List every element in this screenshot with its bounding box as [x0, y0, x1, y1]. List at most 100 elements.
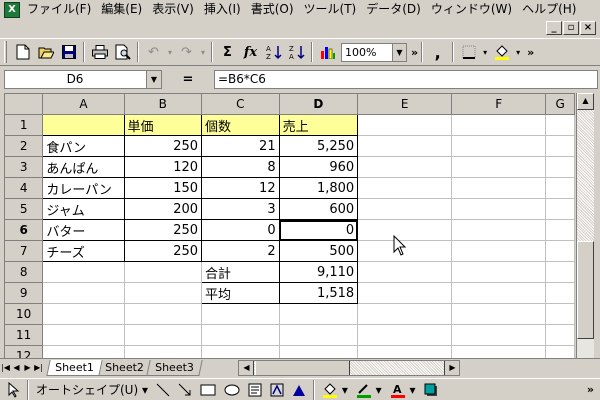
name-box[interactable]: D6 ▼ [4, 69, 162, 89]
row-header-8[interactable]: 8 [4, 261, 44, 283]
cell-a10[interactable] [42, 303, 125, 325]
function-icon[interactable]: fx [239, 41, 262, 63]
restore-icon[interactable]: ▫ [563, 21, 579, 35]
fill-color-icon[interactable] [490, 41, 513, 63]
equals-icon[interactable]: = [162, 72, 214, 87]
next-sheet-icon[interactable]: ▶ [22, 361, 33, 375]
fill-color-icon[interactable]: ▾ [318, 382, 352, 398]
cell-c2[interactable]: 21 [201, 135, 280, 157]
cell-c5[interactable]: 3 [201, 198, 280, 220]
undo-icon[interactable]: ↶ [142, 41, 165, 63]
cell-a12[interactable] [42, 345, 125, 358]
first-sheet-icon[interactable]: |◀ [0, 361, 11, 375]
cell-c6[interactable]: 0 [201, 219, 280, 241]
row-header-4[interactable]: 4 [4, 177, 44, 199]
cell-d6-active[interactable]: 0 [278, 219, 359, 241]
cell-b2[interactable]: 250 [123, 135, 203, 157]
cell-d7[interactable]: 500 [278, 240, 359, 262]
menu-data[interactable]: データ(D) [361, 0, 426, 19]
sort-descending-icon[interactable]: ZA [285, 41, 308, 63]
toolbar-overflow-icon[interactable]: » [587, 383, 594, 396]
clip-art-icon[interactable] [288, 383, 310, 397]
cell-d2[interactable]: 5,250 [278, 135, 359, 157]
cell-b6[interactable]: 250 [123, 219, 203, 241]
cell-c3[interactable]: 8 [201, 156, 280, 178]
column-header-e[interactable]: E [357, 93, 453, 115]
cell-a2[interactable]: 食パン [42, 135, 125, 157]
cell-b3[interactable]: 120 [123, 156, 203, 178]
excel-app-icon[interactable]: X [4, 1, 20, 18]
tab-sheet2[interactable]: Sheet2 [96, 359, 153, 376]
zoom-select[interactable]: 100% ▼ [341, 42, 407, 62]
cell-b1[interactable]: 単価 [123, 114, 203, 136]
cell-a11[interactable] [42, 324, 125, 346]
cell-g5[interactable] [545, 198, 575, 220]
font-color-icon[interactable]: A ▾ [386, 382, 420, 398]
autosum-icon[interactable]: Σ [216, 41, 239, 63]
menu-help[interactable]: ヘルプ(H) [517, 0, 581, 19]
cell-a6[interactable]: バター [42, 219, 125, 241]
tab-sheet1[interactable]: Sheet1 [46, 359, 103, 376]
menu-edit[interactable]: 編集(E) [96, 0, 147, 19]
cell-f12[interactable] [451, 345, 547, 358]
cell-c1[interactable]: 個数 [201, 114, 280, 136]
cell-g4[interactable] [545, 177, 575, 199]
menu-view[interactable]: 表示(V) [147, 0, 199, 19]
row-header-1[interactable]: 1 [4, 114, 44, 136]
cell-e2[interactable] [357, 135, 453, 157]
cell-c9[interactable]: 平均 [201, 282, 280, 304]
column-header-f[interactable]: F [451, 93, 547, 115]
borders-dropdown-icon[interactable]: ▾ [480, 41, 490, 63]
scroll-track[interactable] [577, 110, 594, 241]
cell-f3[interactable] [451, 156, 547, 178]
scroll-up-icon[interactable]: ▲ [577, 93, 594, 110]
oval-icon[interactable] [220, 384, 244, 396]
select-all-corner[interactable] [4, 93, 44, 115]
column-header-b[interactable]: B [123, 93, 203, 115]
cell-d12[interactable] [278, 345, 359, 358]
new-icon[interactable] [11, 41, 34, 63]
cell-a5[interactable]: ジャム [42, 198, 125, 220]
horizontal-scrollbar[interactable]: ◀ ▶ [238, 359, 461, 376]
cell-f5[interactable] [451, 198, 547, 220]
cell-e10[interactable] [357, 303, 453, 325]
cell-e5[interactable] [357, 198, 453, 220]
row-header-9[interactable]: 9 [4, 282, 44, 304]
print-preview-icon[interactable] [111, 41, 134, 63]
cell-e11[interactable] [357, 324, 453, 346]
wordart-icon[interactable] [266, 383, 288, 397]
cell-f10[interactable] [451, 303, 547, 325]
cell-c11[interactable] [201, 324, 280, 346]
cell-b10[interactable] [123, 303, 203, 325]
cell-d8[interactable]: 9,110 [278, 261, 359, 283]
cell-g7[interactable] [545, 240, 575, 262]
minimize-icon[interactable]: _ [546, 21, 562, 35]
vertical-scrollbar[interactable]: ▲ [576, 93, 594, 358]
menu-file[interactable]: ファイル(F) [22, 0, 96, 19]
row-header-6[interactable]: 6 [4, 219, 44, 241]
row-header-10[interactable]: 10 [4, 303, 44, 325]
open-icon[interactable] [34, 41, 57, 63]
cell-e8[interactable] [357, 261, 453, 283]
menu-format[interactable]: 書式(O) [246, 0, 299, 19]
cell-a7[interactable]: チーズ [42, 240, 125, 262]
toolbar-overflow-icon[interactable]: » [527, 46, 534, 59]
cell-a9[interactable] [42, 282, 125, 304]
tab-sheet3[interactable]: Sheet3 [145, 359, 203, 376]
cell-a8[interactable] [42, 261, 125, 283]
arrow-icon[interactable] [174, 383, 196, 397]
menu-insert[interactable]: 挿入(I) [199, 0, 246, 19]
row-header-7[interactable]: 7 [4, 240, 44, 262]
chevron-down-icon[interactable]: ▼ [146, 70, 161, 88]
cell-c7[interactable]: 2 [201, 240, 280, 262]
cell-e4[interactable] [357, 177, 453, 199]
cell-d11[interactable] [278, 324, 359, 346]
print-icon[interactable] [88, 41, 111, 63]
cell-b5[interactable]: 200 [123, 198, 203, 220]
toolbar-grip[interactable] [4, 41, 7, 63]
cell-f4[interactable] [451, 177, 547, 199]
cell-f11[interactable] [451, 324, 547, 346]
cell-b4[interactable]: 150 [123, 177, 203, 199]
cell-d4[interactable]: 1,800 [278, 177, 359, 199]
cell-g1[interactable] [545, 114, 575, 136]
